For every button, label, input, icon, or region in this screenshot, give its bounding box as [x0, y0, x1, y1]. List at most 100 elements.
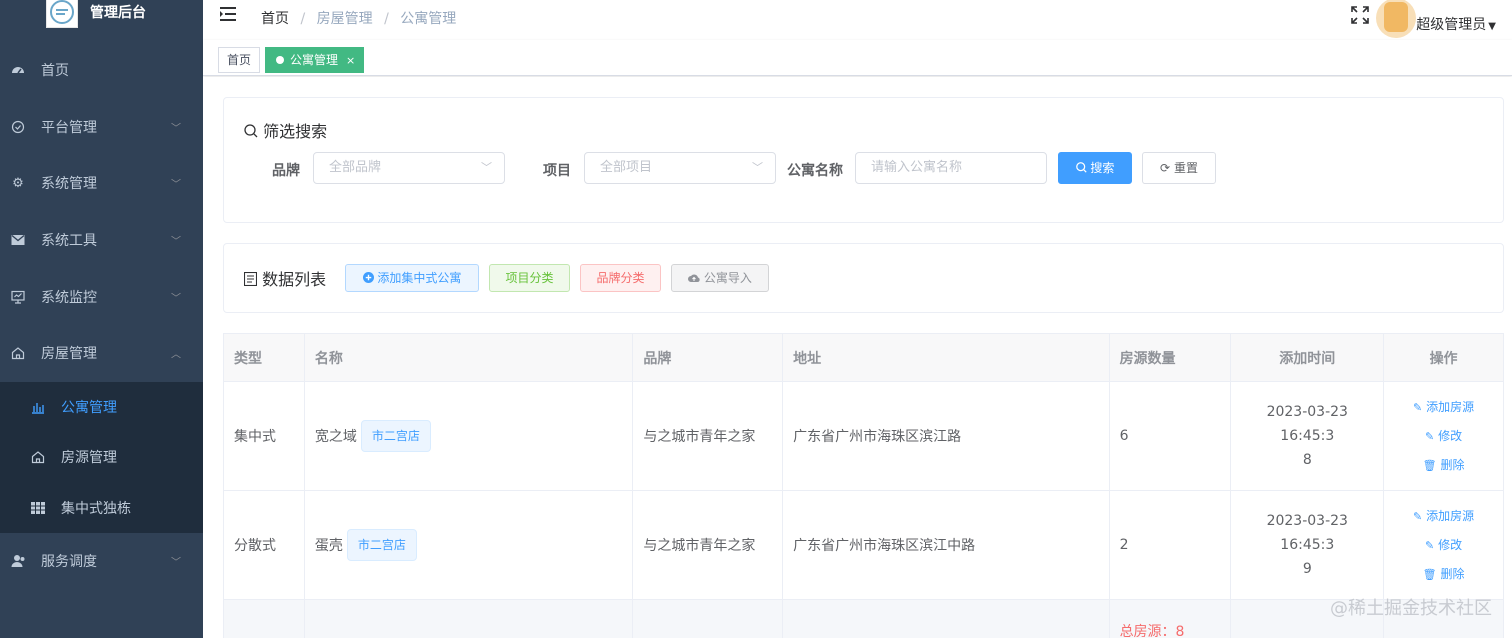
delete-button[interactable]: 🗑 删除 — [1423, 455, 1465, 476]
chevron-down-icon: ﹀ — [171, 179, 181, 191]
brand-placeholder: 全部品牌 — [329, 160, 382, 175]
cell-name: 蛋壳 市二宫店 — [305, 491, 634, 599]
apartment-name-label: 公寓名称 — [787, 163, 843, 179]
brand-select[interactable]: 全部品牌 ﹀ — [313, 152, 505, 184]
breadcrumb: 首页 / 房屋管理 / 公寓管理 — [261, 8, 456, 28]
table-row: 分散式 蛋壳 市二宫店 与之城市青年之家 广东省广州市海珠区滨江中路 2 202… — [224, 491, 1503, 600]
table-row: 集中式 宽之域 市二宫店 与之城市青年之家 广东省广州市海珠区滨江路 6 202… — [224, 382, 1503, 491]
plus-circle-icon — [362, 271, 378, 285]
sidebar-item-tools[interactable]: 系统工具 ﹀ — [0, 212, 203, 269]
import-label: 公寓导入 — [703, 271, 752, 285]
list-icon — [243, 270, 262, 289]
filter-title: 筛选搜索 — [244, 118, 327, 142]
watermark: @稀土掘金技术社区 — [1330, 598, 1492, 619]
tag-home[interactable]: 首页 — [218, 47, 261, 73]
sidebar-item-building[interactable]: 集中式独栋 — [0, 483, 203, 534]
chevron-down-icon: ﹀ — [171, 557, 181, 569]
op-label: 删除 — [1440, 566, 1465, 581]
apartment-name-input[interactable]: 请输入公寓名称 — [855, 152, 1047, 184]
delete-button[interactable]: 🗑 删除 — [1423, 564, 1465, 585]
refresh-icon: ⟳ — [1160, 161, 1171, 175]
caret-down-icon: ▼ — [1488, 21, 1496, 32]
sidebar-item-platform[interactable]: 平台管理 ﹀ — [0, 99, 203, 156]
cell-ops: ✎ 添加房源 ✎ 修改 🗑 删除 — [1384, 491, 1503, 599]
cell-count: 6 — [1110, 382, 1232, 490]
cell-name: 宽之域 市二宫店 — [305, 382, 634, 490]
cell-time: 2023-03-23 16:45:3 8 — [1231, 382, 1385, 490]
add-apartment-button[interactable]: 添加集中式公寓 — [345, 264, 479, 292]
avatar[interactable] — [1376, 0, 1416, 38]
cell-brand: 与之城市青年之家 — [633, 382, 784, 490]
project-label: 项目 — [543, 163, 571, 179]
table-header-row: 类型 名称 品牌 地址 房源数量 添加时间 操作 — [224, 334, 1503, 382]
summary-cell — [783, 600, 1110, 638]
header-brand: 品牌 — [633, 334, 784, 381]
header-address: 地址 — [783, 334, 1110, 381]
list-title-text: 数据列表 — [262, 270, 327, 289]
platform-icon — [10, 119, 26, 135]
tags-view: 首页 公寓管理 × — [203, 40, 1512, 76]
sidebar: 管理后台 首页 平台管理 ﹀ ⚙ 系统管理 ﹀ 系统工具 ﹀ 系统监控 ﹀ 房屋… — [0, 0, 203, 638]
sidebar-item-home[interactable]: 首页 — [0, 42, 203, 99]
sidebar-item-label: 集中式独栋 — [61, 500, 131, 517]
summary-cell — [305, 600, 634, 638]
cell-type: 分散式 — [224, 491, 305, 599]
user-menu[interactable]: 超级管理员 ▼ — [1416, 14, 1496, 34]
chart-icon — [30, 399, 46, 415]
sidebar-item-label: 首页 — [41, 63, 69, 80]
add-apartment-label: 添加集中式公寓 — [377, 271, 462, 285]
edit-icon: ✎ — [1424, 429, 1435, 443]
time-line: 2023-03-23 16:45:3 — [1266, 513, 1348, 553]
dashboard-icon — [10, 62, 26, 78]
table-summary-row: 总房源：8 — [224, 600, 1503, 638]
sidebar-item-label: 服务调度 — [41, 554, 97, 571]
user-icon — [10, 553, 26, 569]
project-category-button[interactable]: 项目分类 — [489, 264, 570, 292]
list-title: 数据列表 — [243, 266, 327, 290]
edit-button[interactable]: ✎ 修改 — [1425, 426, 1462, 447]
reset-button[interactable]: ⟳ 重置 — [1142, 152, 1216, 184]
apartment-name: 蛋壳 — [314, 538, 343, 554]
sidebar-item-house[interactable]: 房屋管理 ︿ — [0, 325, 203, 382]
summary-cell — [224, 600, 305, 638]
sidebar-item-rooms[interactable]: 房源管理 — [0, 432, 203, 483]
fullscreen-icon[interactable] — [1351, 6, 1369, 28]
store-tag: 市二宫店 — [360, 420, 431, 452]
header-name: 名称 — [305, 334, 634, 381]
sidebar-item-system[interactable]: ⚙ 系统管理 ﹀ — [0, 155, 203, 212]
project-category-label: 项目分类 — [505, 271, 554, 285]
close-icon[interactable]: × — [346, 54, 355, 67]
sidebar-item-service[interactable]: 服务调度 ﹀ — [0, 533, 203, 590]
sidebar-item-monitor[interactable]: 系统监控 ﹀ — [0, 268, 203, 325]
op-label: 添加房源 — [1426, 399, 1475, 414]
import-button[interactable]: 公寓导入 — [671, 264, 769, 292]
edit-button[interactable]: ✎ 修改 — [1425, 535, 1462, 556]
search-button[interactable]: 搜索 — [1058, 152, 1132, 184]
summary-cell — [633, 600, 784, 638]
cell-time: 2023-03-23 16:45:3 9 — [1231, 491, 1385, 599]
active-dot-icon — [276, 56, 284, 64]
edit-icon: ✎ — [1412, 400, 1423, 414]
breadcrumb-item-home[interactable]: 首页 — [261, 11, 289, 27]
brand-label: 品牌 — [272, 163, 300, 179]
logo[interactable]: 管理后台 — [0, 0, 203, 40]
mail-icon — [10, 232, 26, 248]
gear-icon: ⚙ — [12, 175, 24, 191]
brand-category-button[interactable]: 品牌分类 — [580, 264, 661, 292]
tag-apartment[interactable]: 公寓管理 × — [265, 47, 365, 73]
sidebar-item-label: 系统监控 — [41, 289, 97, 306]
add-room-button[interactable]: ✎ 添加房源 — [1413, 397, 1474, 418]
hamburger-icon[interactable] — [219, 6, 237, 27]
logo-icon — [46, 0, 78, 28]
cloud-upload-icon — [688, 271, 704, 285]
filter-row: 品牌 全部品牌 ﹀ 项目 全部项目 ﹀ 公寓名称 请输入公寓名称 搜索 ⟳ 重置 — [224, 152, 1503, 186]
header-count: 房源数量 — [1110, 334, 1232, 381]
breadcrumb-separator: / — [300, 11, 306, 27]
sidebar-item-apartment[interactable]: 公寓管理 — [0, 382, 203, 433]
add-room-button[interactable]: ✎ 添加房源 — [1413, 506, 1474, 527]
tag-label: 公寓管理 — [290, 53, 339, 67]
trash-icon: 🗑 — [1422, 458, 1437, 472]
summary-cell: 总房源：8 — [1110, 600, 1232, 638]
sidebar-item-label: 房屋管理 — [41, 346, 97, 363]
project-select[interactable]: 全部项目 ﹀ — [584, 152, 776, 184]
